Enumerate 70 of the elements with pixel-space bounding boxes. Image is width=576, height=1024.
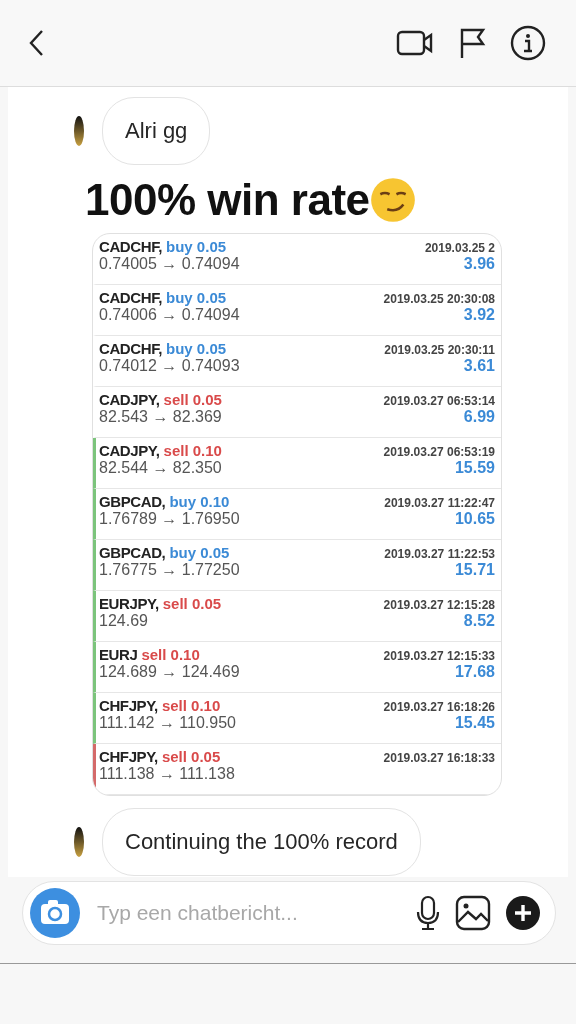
trade-symbol: CADJPY, bbox=[99, 391, 160, 408]
trade-time: 2019.03.27 11:22:53 bbox=[384, 547, 495, 561]
trade-profit: 3.96 bbox=[463, 255, 495, 273]
trade-profit: 15.45 bbox=[454, 714, 495, 732]
info-icon[interactable] bbox=[510, 25, 546, 61]
trade-symbol: GBPCAD, bbox=[99, 544, 166, 561]
trade-profit: 8.52 bbox=[463, 612, 495, 630]
trade-profit: 3.92 bbox=[463, 306, 495, 324]
trade-symbol: CHFJPY, bbox=[99, 748, 158, 765]
trade-type: sell 0.10 bbox=[141, 646, 200, 663]
trade-time: 2019.03.25 20:30:08 bbox=[383, 292, 495, 306]
trade-symbol: CADCHF, bbox=[99, 340, 163, 357]
trade-prices: 82.543 → 82.369 bbox=[99, 408, 222, 426]
trade-time: 2019.03.27 06:53:14 bbox=[383, 394, 495, 408]
image-icon[interactable] bbox=[455, 895, 491, 931]
trade-time: 2019.03.25 20:30:11 bbox=[384, 343, 495, 357]
headline-text: 100% win rate bbox=[85, 175, 370, 225]
avatar bbox=[74, 116, 84, 146]
trade-time: 2019.03.27 12:15:33 bbox=[383, 649, 495, 663]
camera-icon[interactable] bbox=[29, 887, 81, 939]
chat-input[interactable]: Typ een chatbericht... bbox=[95, 900, 401, 926]
plus-icon[interactable] bbox=[505, 895, 541, 931]
flag-icon[interactable] bbox=[458, 27, 486, 59]
trade-type: buy 0.05 bbox=[166, 289, 227, 306]
trade-time: 2019.03.25 2 bbox=[424, 241, 495, 255]
trade-time: 2019.03.27 16:18:33 bbox=[383, 751, 495, 765]
trade-type: buy 0.05 bbox=[166, 238, 227, 255]
trade-time: 2019.03.27 16:18:26 bbox=[383, 700, 495, 714]
avatar bbox=[74, 827, 84, 857]
trade-symbol: CADJPY, bbox=[99, 442, 160, 459]
message-bubble: Continuing the 100% record bbox=[102, 808, 421, 876]
trade-prices: 111.142 → 110.950 bbox=[99, 714, 236, 732]
trade-prices: 82.544 → 82.350 bbox=[99, 459, 222, 477]
trade-symbol: GBPCAD, bbox=[99, 493, 166, 510]
trade-type: sell 0.05 bbox=[162, 595, 222, 612]
trade-symbol: EURJ bbox=[99, 646, 138, 663]
trade-profit: 17.68 bbox=[454, 663, 495, 681]
trade-prices: 111.138 → 111.138 bbox=[99, 765, 235, 783]
trade-prices: 0.74012 → 0.74093 bbox=[99, 357, 240, 375]
trade-profit: 15.59 bbox=[454, 459, 495, 477]
trade-symbol: CADCHF, bbox=[99, 289, 163, 306]
smirk-emoji-icon bbox=[369, 177, 416, 223]
trade-prices: 1.76789 → 1.76950 bbox=[99, 510, 240, 528]
back-icon[interactable] bbox=[28, 29, 44, 57]
trade-symbol: EURJPY, bbox=[99, 595, 159, 612]
trade-time: 2019.03.27 06:53:19 bbox=[383, 445, 495, 459]
trade-symbol: CADCHF, bbox=[99, 238, 163, 255]
message-input[interactable]: Typ een chatbericht... bbox=[22, 881, 556, 945]
trade-prices: 0.74006 → 0.74094 bbox=[99, 306, 240, 324]
trade-type: buy 0.10 bbox=[169, 493, 230, 510]
trade-prices: 1.76775 → 1.77250 bbox=[99, 561, 240, 579]
trade-prices: 124.69 bbox=[99, 612, 148, 630]
video-camera-icon[interactable] bbox=[396, 29, 434, 57]
message-bubble: Alri gg bbox=[102, 97, 211, 165]
trade-type: sell 0.10 bbox=[161, 697, 221, 714]
trade-prices: 0.74005 → 0.74094 bbox=[99, 255, 240, 273]
trade-type: sell 0.10 bbox=[163, 442, 222, 459]
trade-symbol: CHFJPY, bbox=[99, 697, 158, 714]
trade-profit: 6.99 bbox=[463, 408, 495, 426]
trade-time: 2019.03.27 11:22:47 bbox=[384, 496, 495, 510]
trade-prices: 124.689 → 124.469 bbox=[99, 663, 240, 681]
trade-type: buy 0.05 bbox=[166, 340, 227, 357]
trade-type: sell 0.05 bbox=[163, 391, 222, 408]
trade-type: sell 0.05 bbox=[161, 748, 221, 765]
trade-profit: 10.65 bbox=[454, 510, 495, 528]
trade-profit: 15.71 bbox=[454, 561, 495, 579]
trade-time: 2019.03.27 12:15:28 bbox=[383, 598, 495, 612]
microphone-icon[interactable] bbox=[415, 895, 441, 931]
trade-type: buy 0.05 bbox=[169, 544, 230, 561]
trade-profit: 3.61 bbox=[463, 357, 495, 375]
